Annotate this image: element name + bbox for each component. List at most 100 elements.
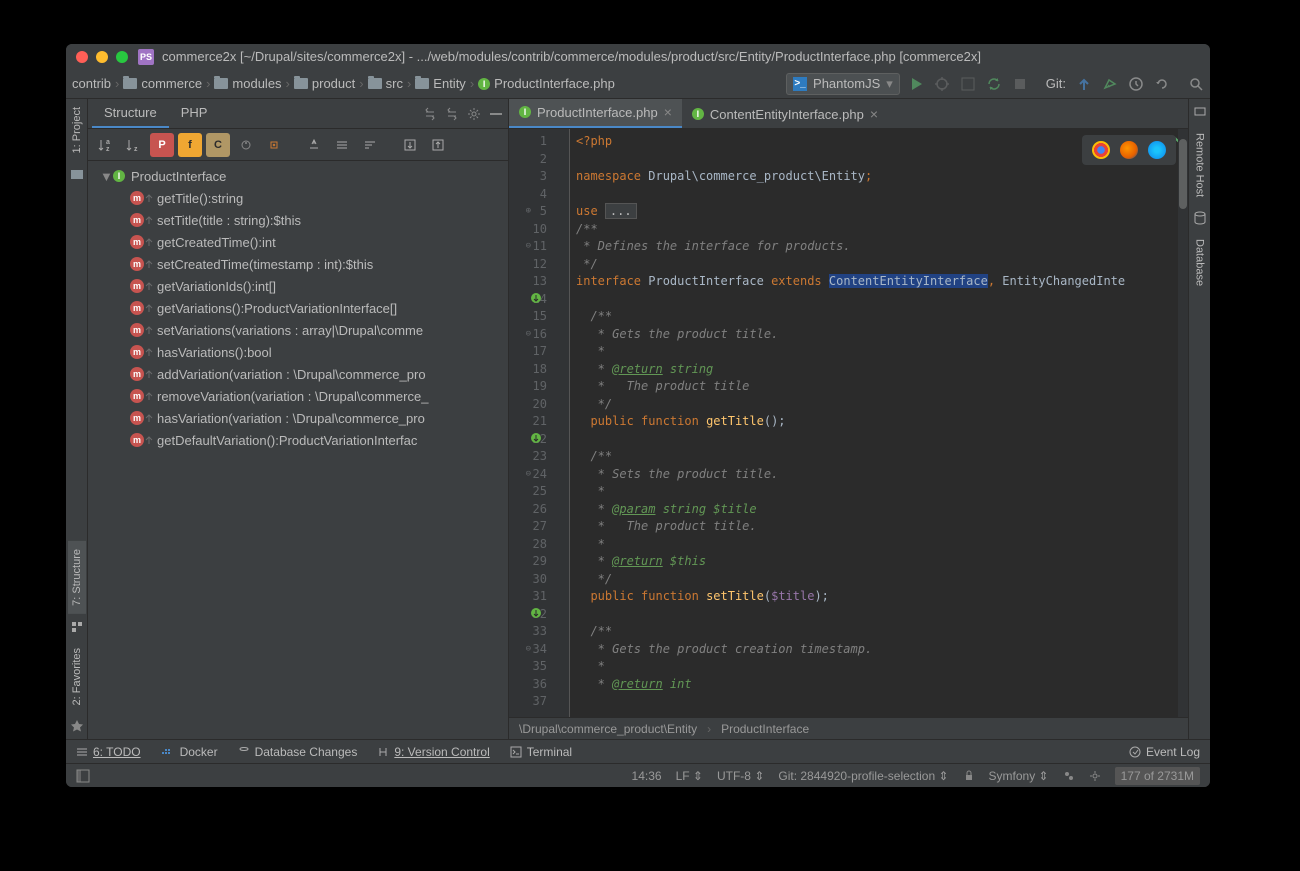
vcs-commit-icon[interactable]: [1102, 76, 1118, 92]
implements-icon[interactable]: [529, 431, 543, 445]
tree-method[interactable]: mgetVariations():ProductVariationInterfa…: [122, 297, 504, 319]
encoding[interactable]: UTF-8 ⇕: [717, 769, 764, 783]
show-constants-button[interactable]: C: [206, 133, 230, 157]
cursor-position[interactable]: 14:36: [632, 769, 662, 783]
close-tab-icon[interactable]: ×: [870, 106, 878, 122]
toolbar-btn[interactable]: [358, 133, 382, 157]
event-log-tool[interactable]: Event Log: [1129, 745, 1200, 759]
tree-method[interactable]: mremoveVariation(variation : \Drupal\com…: [122, 385, 504, 407]
toolbar-btn[interactable]: [330, 133, 354, 157]
tree-method[interactable]: mgetVariationIds():int[]: [122, 275, 504, 297]
search-icon[interactable]: [1188, 76, 1204, 92]
sort-alpha-button[interactable]: az: [94, 133, 118, 157]
coverage-button[interactable]: [960, 76, 976, 92]
run-config-selector[interactable]: >_ PhantomJS ▾: [786, 73, 900, 95]
db-changes-tool[interactable]: Database Changes: [238, 745, 358, 759]
memory-indicator[interactable]: 177 of 2731M: [1115, 767, 1200, 785]
stop-button[interactable]: [1012, 76, 1028, 92]
safari-icon[interactable]: [1148, 141, 1166, 159]
hide-icon[interactable]: [488, 106, 504, 122]
debug-button[interactable]: [934, 76, 950, 92]
breadcrumb-item[interactable]: IProductInterface.php: [478, 76, 615, 91]
project-tool[interactable]: 1: Project: [68, 99, 86, 161]
minimize-window[interactable]: [96, 51, 108, 63]
override-icon: [144, 435, 154, 445]
fold-icon[interactable]: ⊖: [526, 238, 531, 256]
tree-root[interactable]: ▼ I ProductInterface: [92, 165, 504, 187]
git-branch[interactable]: Git: 2844920-profile-selection ⇕: [778, 769, 948, 783]
tree-method[interactable]: mhasVariations():bool: [122, 341, 504, 363]
terminal-tool[interactable]: Terminal: [510, 745, 572, 759]
editor-tab[interactable]: I ContentEntityInterface.php ×: [682, 100, 888, 128]
scroll-thumb[interactable]: [1179, 139, 1187, 209]
lock-icon[interactable]: [963, 770, 975, 782]
expand-icon[interactable]: [422, 106, 438, 122]
vcs-update-icon[interactable]: [1076, 76, 1092, 92]
collapse-icon[interactable]: [444, 106, 460, 122]
remote-host-tool[interactable]: Remote Host: [1191, 125, 1209, 205]
show-properties-button[interactable]: P: [150, 133, 174, 157]
svg-text:a: a: [106, 139, 110, 146]
run-button[interactable]: [908, 76, 924, 92]
structure-tool[interactable]: 7: Structure: [68, 541, 86, 614]
revert-icon[interactable]: [1154, 76, 1170, 92]
autoscroll-from-button[interactable]: [426, 133, 450, 157]
breadcrumb-item[interactable]: Entity: [415, 76, 466, 91]
fold-icon[interactable]: ⊖: [526, 326, 531, 344]
breadcrumb-item[interactable]: commerce: [123, 76, 202, 91]
tab-structure[interactable]: Structure: [92, 99, 169, 128]
toolbar-btn[interactable]: [302, 133, 326, 157]
framework[interactable]: Symfony ⇕: [989, 769, 1049, 783]
gear-icon[interactable]: [1089, 770, 1101, 782]
maximize-window[interactable]: [116, 51, 128, 63]
breadcrumb-item[interactable]: modules: [214, 76, 281, 91]
tree-method[interactable]: msetCreatedTime(timestamp : int):$this: [122, 253, 504, 275]
update-button[interactable]: [986, 76, 1002, 92]
breadcrumb-item[interactable]: contrib: [72, 76, 111, 91]
show-inherited-button[interactable]: [234, 133, 258, 157]
vcs-tool[interactable]: 9: Version Control: [377, 745, 489, 759]
implements-icon[interactable]: [529, 291, 543, 305]
right-toolbar: Remote Host Database: [1188, 99, 1210, 739]
implements-icon[interactable]: [529, 606, 543, 620]
database-tool[interactable]: Database: [1191, 231, 1209, 294]
tree-method[interactable]: maddVariation(variation : \Drupal\commer…: [122, 363, 504, 385]
gear-icon[interactable]: [466, 106, 482, 122]
autoscroll-to-button[interactable]: [398, 133, 422, 157]
fold-icon[interactable]: ⊖: [526, 466, 531, 484]
close-tab-icon[interactable]: ×: [664, 104, 672, 120]
tree-method[interactable]: mgetDefaultVariation():ProductVariationI…: [122, 429, 504, 451]
show-fields-button[interactable]: f: [178, 133, 202, 157]
crumb-class[interactable]: ProductInterface: [721, 722, 809, 736]
close-window[interactable]: [76, 51, 88, 63]
todo-tool[interactable]: 6: TODO: [76, 745, 141, 759]
history-icon[interactable]: [1128, 76, 1144, 92]
crumb-namespace[interactable]: \Drupal\commerce_product\Entity: [519, 722, 697, 736]
code-content[interactable]: <?php namespace Drupal\commerce_product\…: [569, 129, 1188, 717]
editor[interactable]: 12345⊕1011⊖1213141516⊖1718192021222324⊖2…: [509, 129, 1188, 717]
tree-method[interactable]: msetTitle(title : string):$this: [122, 209, 504, 231]
tree-method[interactable]: mgetCreatedTime():int: [122, 231, 504, 253]
toolwindows-icon[interactable]: [76, 769, 90, 783]
sort-visibility-button[interactable]: z: [122, 133, 146, 157]
favorites-tool[interactable]: 2: Favorites: [68, 640, 86, 713]
override-icon: [144, 347, 154, 357]
fold-icon[interactable]: ⊖: [526, 641, 531, 659]
docker-tool[interactable]: Docker: [161, 745, 218, 759]
tree-method[interactable]: msetVariations(variations : array|\Drupa…: [122, 319, 504, 341]
breadcrumb-item[interactable]: src: [368, 76, 403, 91]
scrollbar[interactable]: [1178, 129, 1188, 717]
gutter[interactable]: 12345⊕1011⊖1213141516⊖1718192021222324⊖2…: [509, 129, 569, 717]
firefox-icon[interactable]: [1120, 141, 1138, 159]
override-icon: [144, 215, 154, 225]
breadcrumb-item[interactable]: product: [294, 76, 355, 91]
editor-tab[interactable]: I ProductInterface.php ×: [509, 99, 682, 128]
inspector-icon[interactable]: [1063, 770, 1075, 782]
fold-icon[interactable]: ⊕: [526, 203, 531, 221]
line-sep[interactable]: LF ⇕: [676, 769, 703, 783]
tree-method[interactable]: mhasVariation(variation : \Drupal\commer…: [122, 407, 504, 429]
tree-method[interactable]: mgetTitle():string: [122, 187, 504, 209]
chrome-icon[interactable]: [1092, 141, 1110, 159]
tab-php[interactable]: PHP: [169, 99, 220, 128]
show-anonymous-button[interactable]: [262, 133, 286, 157]
